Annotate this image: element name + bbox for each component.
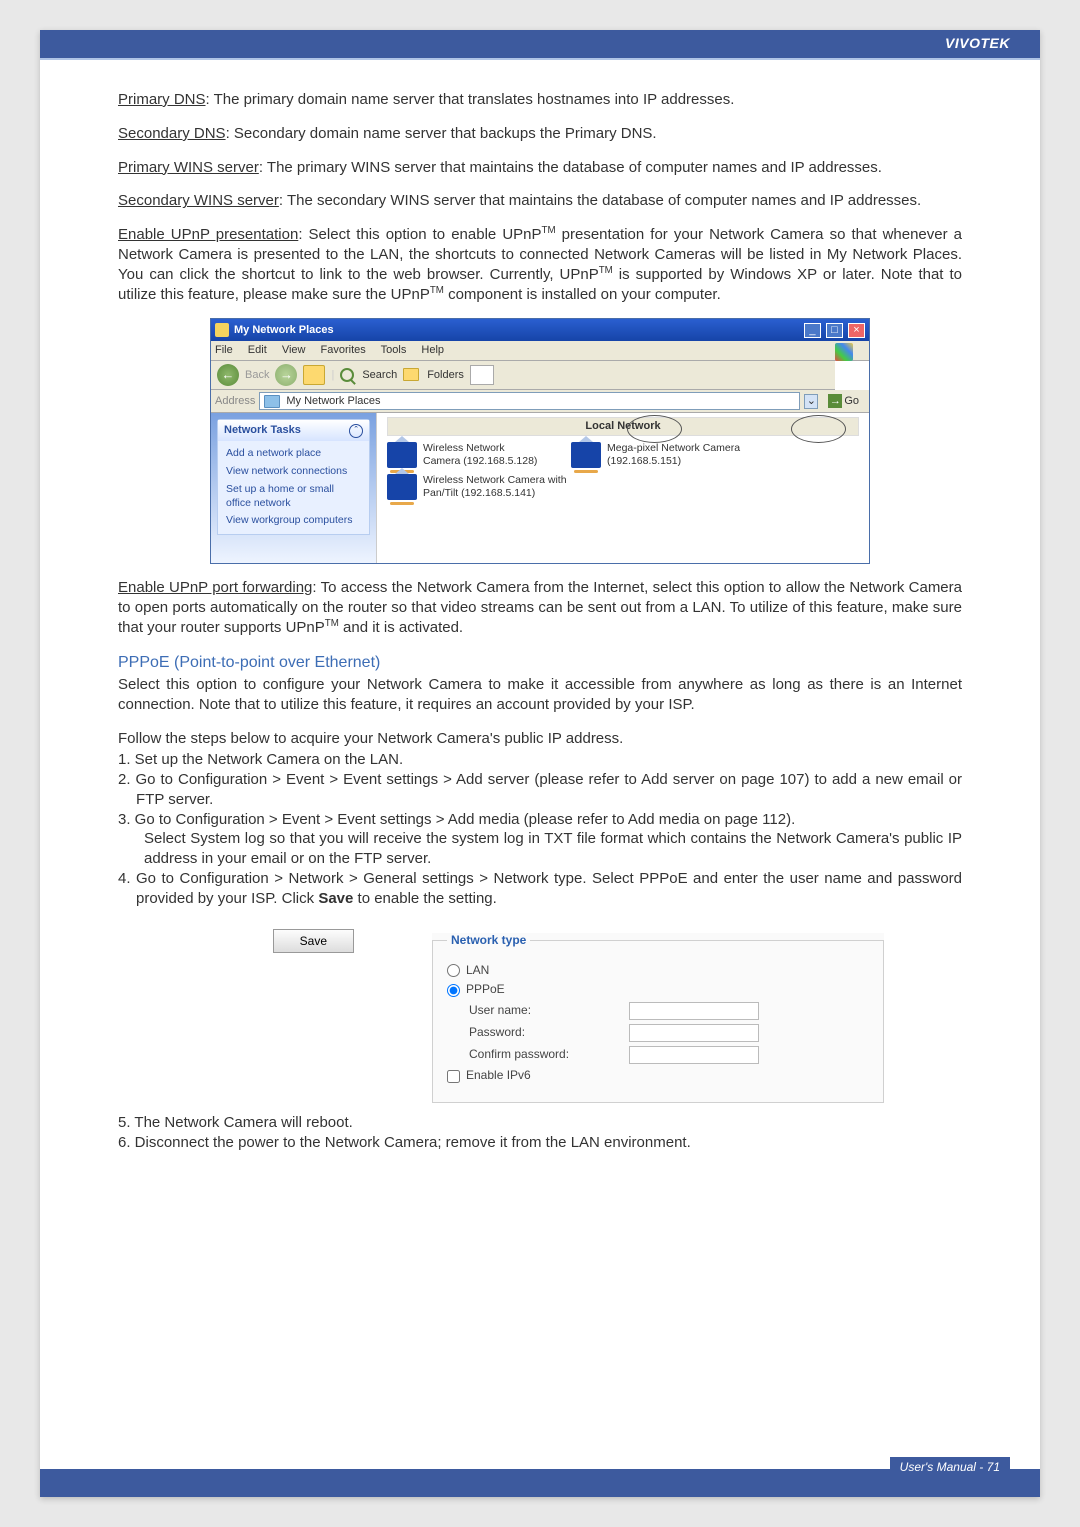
para-enable-upnp-port-forwarding: Enable UPnP port forwarding: To access t… <box>118 578 962 637</box>
back-button[interactable]: ← <box>217 364 239 386</box>
search-button[interactable]: Search <box>362 368 397 383</box>
address-label: Address <box>215 394 255 409</box>
window-buttons: _ □ × <box>802 323 865 338</box>
enable-ipv6-row: Enable IPv6 <box>447 1068 869 1084</box>
user-name-label: User name: <box>469 1003 629 1019</box>
para-primary-wins: Primary WINS server: The primary WINS se… <box>118 158 962 178</box>
step-1: 1. Set up the Network Camera on the LAN. <box>118 750 962 770</box>
password-label: Password: <box>469 1025 629 1041</box>
para-secondary-wins: Secondary WINS server: The secondary WIN… <box>118 191 962 211</box>
para-enable-upnp-presentation: Enable UPnP presentation: Select this op… <box>118 225 962 304</box>
step-3b: Select System log so that you will recei… <box>118 829 962 869</box>
win-titlebar: My Network Places _ □ × <box>211 319 869 341</box>
password-input[interactable] <box>629 1024 759 1042</box>
screenshot-my-network-places: My Network Places _ □ × File Edit View F… <box>210 318 870 564</box>
steps-list: 1. Set up the Network Camera on the LAN.… <box>118 750 962 908</box>
para-steps-intro: Follow the steps below to acquire your N… <box>118 729 962 749</box>
menu-edit[interactable]: Edit <box>248 344 267 356</box>
confirm-password-input[interactable] <box>629 1046 759 1064</box>
header-band: VIVOTEK <box>40 30 1040 58</box>
network-places-icon <box>264 395 280 408</box>
para-pppoe-desc: Select this option to configure your Net… <box>118 675 962 715</box>
link-view-network-conn[interactable]: View network connections <box>226 463 361 481</box>
address-dropdown[interactable]: ⌄ <box>804 394 818 409</box>
step-4: 4. Go to Configuration > Network > Gener… <box>118 869 962 909</box>
confirm-password-label: Confirm password: <box>469 1047 629 1063</box>
minimize-button[interactable]: _ <box>804 323 821 338</box>
camera-label: Wireless Network Camera (192.168.5.128) <box>423 442 543 467</box>
menu-file[interactable]: File <box>215 344 233 356</box>
menu-view[interactable]: View <box>282 344 306 356</box>
lan-label: LAN <box>466 963 489 979</box>
legend-network-type: Network type <box>447 933 530 949</box>
forward-button[interactable]: → <box>275 364 297 386</box>
footer-text: User's Manual - 71 <box>890 1457 1010 1477</box>
folders-icon <box>403 368 419 381</box>
enable-ipv6-label: Enable IPv6 <box>466 1068 531 1084</box>
user-name-input[interactable] <box>629 1002 759 1020</box>
address-box[interactable]: My Network Places <box>259 392 800 411</box>
para-primary-dns: Primary DNS: The primary domain name ser… <box>118 90 962 110</box>
main-area: Local Network Wireless Network Camera (1… <box>377 413 869 563</box>
user-name-row: User name: <box>447 1002 869 1020</box>
link-view-workgroup[interactable]: View workgroup computers <box>226 512 361 530</box>
side-panel: Network Tasks ˆ Add a network place View… <box>211 413 377 563</box>
collapse-icon[interactable]: ˆ <box>349 424 363 438</box>
radio-pppoe[interactable] <box>447 984 460 997</box>
content-area: Primary DNS: The primary domain name ser… <box>40 60 1040 1153</box>
save-button[interactable]: Save <box>273 929 354 953</box>
menu-favorites[interactable]: Favorites <box>321 344 366 356</box>
close-button[interactable]: × <box>848 323 865 338</box>
menu-tools[interactable]: Tools <box>381 344 407 356</box>
steps-list-2: 5. The Network Camera will reboot. 6. Di… <box>118 1113 962 1153</box>
camera-label: Mega-pixel Network Camera (192.168.5.151… <box>607 442 817 467</box>
windows-logo-icon <box>835 343 853 361</box>
camera-item-2[interactable]: Mega-pixel Network Camera (192.168.5.151… <box>571 442 817 468</box>
go-button[interactable]: →Go <box>822 394 865 409</box>
enable-ipv6-checkbox[interactable] <box>447 1070 460 1083</box>
app-icon <box>215 323 229 337</box>
panel-title: Network Tasks <box>224 423 301 438</box>
step-3: 3. Go to Configuration > Event > Event s… <box>118 810 962 830</box>
address-bar: Address My Network Places ⌄ →Go <box>211 390 869 414</box>
step-6: 6. Disconnect the power to the Network C… <box>118 1133 962 1153</box>
camera-icon <box>387 474 417 500</box>
menu-help[interactable]: Help <box>421 344 444 356</box>
camera-item-3[interactable]: Wireless Network Camera with Pan/Tilt (1… <box>387 474 573 500</box>
annotation-circle-2 <box>791 415 846 443</box>
link-setup-home-office[interactable]: Set up a home or small office network <box>226 481 361 513</box>
step-2: 2. Go to Configuration > Event > Event s… <box>118 770 962 810</box>
views-button[interactable] <box>470 365 494 385</box>
local-network-heading: Local Network <box>387 417 859 436</box>
radio-pppoe-row: PPPoE <box>447 982 869 998</box>
document-page: VIVOTEK Primary DNS: The primary domain … <box>40 30 1040 1497</box>
folder-up-button[interactable] <box>303 365 325 385</box>
camera-item-1[interactable]: Wireless Network Camera (192.168.5.128) <box>387 442 543 468</box>
annotation-circle-1 <box>627 415 682 443</box>
maximize-button[interactable]: □ <box>826 323 843 338</box>
search-icon <box>340 368 354 382</box>
camera-icon <box>387 442 417 468</box>
back-label: Back <box>245 368 269 383</box>
para-secondary-dns: Secondary DNS: Secondary domain name ser… <box>118 124 962 144</box>
address-value: My Network Places <box>286 394 380 409</box>
pppoe-label: PPPoE <box>466 982 505 998</box>
link-add-network-place[interactable]: Add a network place <box>226 445 361 463</box>
toolbar: ← Back → | Search Folders <box>211 361 835 390</box>
folders-button[interactable]: Folders <box>427 368 464 383</box>
brand-label: VIVOTEK <box>945 30 1040 51</box>
network-tasks-panel: Network Tasks ˆ Add a network place View… <box>217 419 370 535</box>
password-row: Password: <box>447 1024 869 1042</box>
confirm-password-row: Confirm password: <box>447 1046 869 1064</box>
window-title: My Network Places <box>234 323 802 338</box>
section-pppoe-title: PPPoE (Point-to-point over Ethernet) <box>118 652 962 673</box>
camera-icon <box>571 442 601 468</box>
menu-bar: File Edit View Favorites Tools Help <box>211 341 869 361</box>
camera-label: Wireless Network Camera with Pan/Tilt (1… <box>423 474 573 499</box>
step-5: 5. The Network Camera will reboot. <box>118 1113 962 1133</box>
radio-lan-row: LAN <box>447 963 869 979</box>
screenshot-network-type-form: Network type LAN PPPoE User name: Passwo… <box>432 933 884 1103</box>
radio-lan[interactable] <box>447 964 460 977</box>
